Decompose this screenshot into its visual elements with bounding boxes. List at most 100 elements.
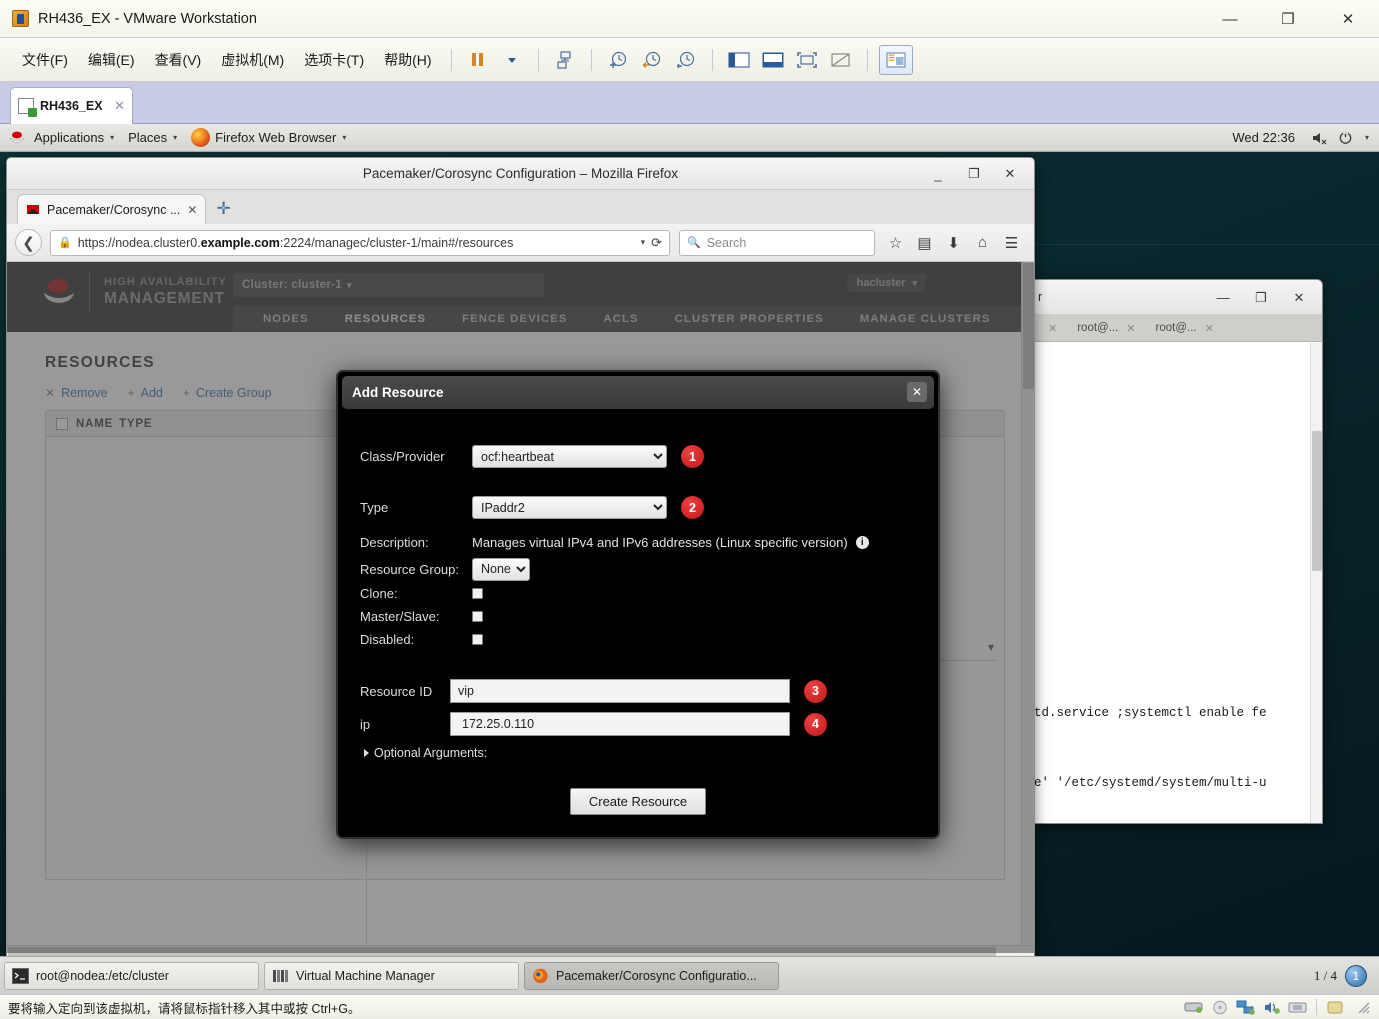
vmware-statusbar: 要将输入定向到该虚拟机，请将鼠标指针移入其中或按 Ctrl+G。 <box>0 994 1379 1019</box>
places-menu[interactable]: Places ▾ <box>121 124 184 152</box>
terminal-close-button[interactable]: ✕ <box>1280 290 1318 306</box>
menu-help[interactable]: 帮助(H) <box>374 47 441 73</box>
ip-input[interactable] <box>450 712 790 736</box>
power-icon[interactable] <box>1335 129 1357 146</box>
class-provider-select[interactable]: ocf:heartbeat <box>472 445 667 468</box>
optional-arguments-toggle[interactable]: Optional Arguments: <box>338 746 938 760</box>
menu-vm[interactable]: 虚拟机(M) <box>211 47 294 73</box>
back-button[interactable]: ❮ <box>15 229 42 256</box>
guest-screen: Applications ▾ Places ▾ Firefox Web Brow… <box>0 124 1379 994</box>
vm-tab-rh436ex[interactable]: RH436_EX ✕ <box>10 87 133 124</box>
clone-checkbox[interactable] <box>472 588 483 599</box>
taskbar-item-firefox[interactable]: Pacemaker/Corosync Configuratio... <box>524 961 779 990</box>
menu-tabs[interactable]: 选项卡(T) <box>294 47 374 73</box>
toolbar-divider <box>450 48 452 71</box>
snapshot-manager-icon[interactable] <box>550 46 580 74</box>
master-slave-checkbox[interactable] <box>472 611 483 622</box>
revert-snapshot-icon[interactable] <box>637 46 667 74</box>
show-thumbnail-icon[interactable] <box>878 44 913 75</box>
workspace-text: 1 / 4 <box>1313 967 1337 983</box>
vmware-maximize-button[interactable]: ❐ <box>1259 0 1317 38</box>
clone-label: Clone: <box>360 586 398 601</box>
resource-group-select[interactable]: None <box>472 557 530 581</box>
firefox-tab-pcsd[interactable]: Pacemaker/Corosync ... ✕ <box>17 194 207 224</box>
vm-tab-label: RH436_EX <box>40 99 103 113</box>
usb-icon[interactable] <box>1324 999 1346 1016</box>
pause-icon[interactable] <box>463 46 493 74</box>
menu-file[interactable]: 文件(F) <box>12 47 78 73</box>
url-dropdown-icon[interactable]: ▾ <box>641 237 652 248</box>
type-select[interactable]: IPaddr2 <box>472 496 667 519</box>
terminal-maximize-button[interactable]: ❐ <box>1242 290 1280 306</box>
downloads-icon[interactable]: ⬇ <box>939 228 968 258</box>
vmware-minimize-button[interactable]: — <box>1201 0 1259 38</box>
cdrom-icon[interactable] <box>1209 999 1231 1016</box>
dropdown-caret-icon[interactable] <box>497 46 527 74</box>
firefox-minimize-button[interactable]: _ <box>920 167 956 182</box>
terminal-tab-close-1[interactable]: ✕ <box>1126 322 1135 335</box>
disabled-checkbox[interactable] <box>472 634 483 645</box>
toolbar-divider-3 <box>590 48 592 71</box>
applications-menu[interactable]: Applications ▾ <box>27 124 121 152</box>
firefox-close-button[interactable]: ✕ <box>992 166 1028 182</box>
class-provider-row: Class/Provider ocf:heartbeat 1 <box>338 445 938 468</box>
chevron-down-icon-2: ▾ <box>173 133 178 142</box>
firefox-tab-close-button[interactable]: ✕ <box>187 203 197 217</box>
url-suffix: :2224/managec/cluster-1/main#/resources <box>279 235 514 250</box>
terminal-tab-2[interactable]: root@... ✕ <box>1146 322 1224 335</box>
speaker-muted-icon[interactable] <box>1309 129 1331 146</box>
vmware-close-button[interactable]: ✕ <box>1317 0 1379 38</box>
info-icon[interactable]: i <box>855 536 869 549</box>
firefox-maximize-button[interactable]: ❐ <box>956 166 992 182</box>
terminal-screen[interactable]: td.service ;systemctl enable fe e' '/etc… <box>1030 343 1322 823</box>
manage-snapshots-icon[interactable] <box>671 46 701 74</box>
url-bar[interactable]: 🔒 https://nodea.cluster0. example.com:222… <box>50 229 670 256</box>
vm-tab-close-button[interactable]: ✕ <box>114 98 125 114</box>
panel-clock[interactable]: Wed 22:36 <box>1232 130 1295 145</box>
show-console-icon[interactable] <box>758 46 788 74</box>
reader-list-icon[interactable]: ▤ <box>910 228 939 258</box>
vmware-titlebar: RH436_EX - VMware Workstation — ❐ ✕ <box>0 0 1379 38</box>
printer-icon[interactable] <box>1287 999 1309 1016</box>
gnome-top-panel: Applications ▾ Places ▾ Firefox Web Brow… <box>0 124 1379 152</box>
dialog-titlebar: Add Resource ✕ <box>342 376 934 409</box>
unity-mode-icon[interactable] <box>826 46 856 74</box>
firefox-icon <box>191 128 211 147</box>
bookmark-star-icon[interactable]: ☆ <box>881 228 910 258</box>
fullscreen-icon[interactable] <box>792 46 822 74</box>
create-resource-button[interactable]: Create Resource <box>569 788 707 815</box>
taskbar-item-terminal[interactable]: root@nodea:/etc/cluster <box>4 961 259 990</box>
network-icon[interactable] <box>1235 999 1257 1016</box>
active-app-menu[interactable]: Firefox Web Browser ▾ <box>184 124 353 152</box>
firefox-tab-label: Pacemaker/Corosync ... <box>47 202 181 217</box>
workspace-indicator[interactable]: 1 / 4 1 <box>1313 964 1375 987</box>
terminal-scrollbar[interactable] <box>1310 343 1322 823</box>
terminal-tab-1[interactable]: root@... ✕ <box>1067 322 1145 335</box>
hamburger-menu-icon[interactable]: ☰ <box>997 228 1026 258</box>
terminal-scrollbar-thumb[interactable] <box>1312 431 1322 571</box>
clone-row: Clone: <box>338 582 938 605</box>
search-bar[interactable]: 🔍 Search <box>679 229 875 256</box>
terminal-tab-close-0[interactable]: ✕ <box>1048 322 1057 335</box>
vmware-app-icon <box>12 10 29 27</box>
taskbar-label-vmm: Virtual Machine Manager <box>296 968 435 983</box>
terminal-tab-close-2[interactable]: ✕ <box>1205 322 1214 335</box>
new-tab-button[interactable]: ✛ <box>216 199 230 219</box>
terminal-tab-0[interactable]: ✕ <box>1030 322 1067 335</box>
firefox-tabbar: Pacemaker/Corosync ... ✕ ✛ <box>7 190 1034 224</box>
hard-disk-icon[interactable] <box>1183 999 1205 1016</box>
take-snapshot-icon[interactable] <box>603 46 633 74</box>
dialog-close-button[interactable]: ✕ <box>907 382 927 402</box>
resize-grip-icon[interactable] <box>1356 1000 1371 1015</box>
reload-icon[interactable]: ⟳ <box>651 235 662 251</box>
menu-edit[interactable]: 编辑(E) <box>78 47 145 73</box>
resource-id-input[interactable] <box>450 679 790 703</box>
sound-icon[interactable] <box>1261 999 1283 1016</box>
chevron-down-icon-4[interactable]: ▾ <box>1365 133 1369 142</box>
menu-view[interactable]: 查看(V) <box>145 47 212 73</box>
taskbar-label-firefox: Pacemaker/Corosync Configuratio... <box>556 968 757 983</box>
home-icon[interactable]: ⌂ <box>968 228 997 258</box>
show-sidebar-icon[interactable] <box>724 46 754 74</box>
terminal-minimize-button[interactable]: — <box>1204 290 1242 305</box>
taskbar-item-vmm[interactable]: Virtual Machine Manager <box>264 961 519 990</box>
